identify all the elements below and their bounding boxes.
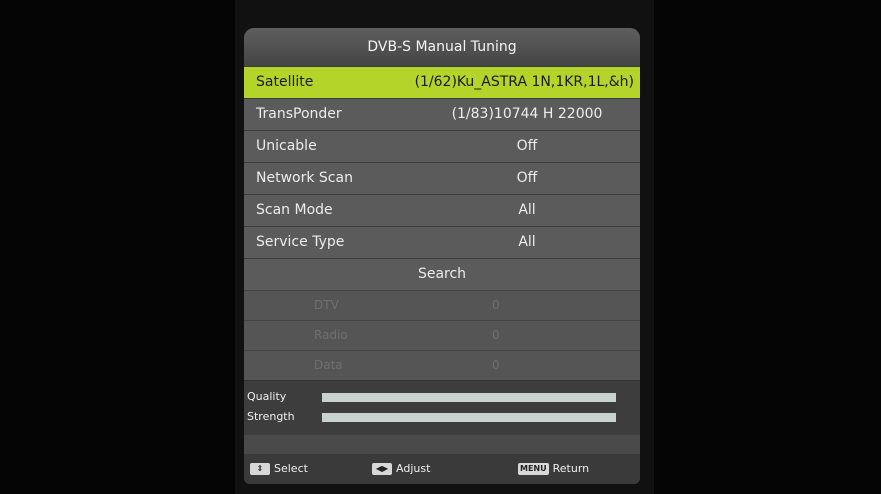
result-row-data: Data 0 [244, 350, 640, 380]
result-row-radio: Radio 0 [244, 320, 640, 350]
panel-title: DVB-S Manual Tuning [244, 28, 640, 66]
data-label: Data [314, 358, 343, 372]
letterbox-left [0, 0, 235, 494]
adjust-hint-label: Adjust [396, 462, 431, 475]
scan-mode-row[interactable]: Scan Mode All [244, 194, 640, 226]
network-scan-row[interactable]: Network Scan Off [244, 162, 640, 194]
menu-key-icon: MENU [518, 462, 549, 475]
quality-bar-fill [322, 393, 616, 402]
radio-count: 0 [492, 328, 500, 342]
quality-label: Quality [247, 390, 287, 403]
strength-label: Strength [247, 410, 295, 423]
transponder-row[interactable]: TransPonder (1/83)10744 H 22000 [244, 98, 640, 130]
satellite-row[interactable]: Satellite (1/62)Ku_ASTRA 1N,1KR,1L,&h) [244, 66, 640, 98]
dtv-count: 0 [492, 298, 500, 312]
result-row-dtv: DTV 0 [244, 290, 640, 320]
service-type-row[interactable]: Service Type All [244, 226, 640, 258]
return-hint: MENU Return [518, 462, 589, 475]
service-type-label: Service Type [256, 234, 345, 250]
data-count: 0 [492, 358, 500, 372]
up-down-arrows-icon: ⇕ [250, 462, 270, 475]
adjust-hint: ◀▶ Adjust [372, 462, 430, 475]
satellite-value: (1/62)Ku_ASTRA 1N,1KR,1L,&h) [414, 74, 634, 90]
return-hint-label: Return [552, 462, 590, 475]
unicable-value: Off [516, 138, 538, 154]
quality-bar [322, 393, 616, 402]
scan-mode-value: All [518, 202, 536, 218]
service-type-value: All [518, 234, 536, 250]
strength-bar-fill [322, 413, 616, 422]
scan-mode-label: Scan Mode [256, 202, 333, 218]
dtv-label: DTV [314, 298, 339, 312]
satellite-label: Satellite [256, 74, 314, 90]
key-hints-footer: ⇕ Select ◀▶ Adjust MENU Return [244, 454, 640, 484]
search-label: Search [417, 266, 467, 282]
network-scan-label: Network Scan [256, 170, 353, 186]
transponder-label: TransPonder [256, 106, 342, 122]
radio-label: Radio [314, 328, 348, 342]
unicable-row[interactable]: Unicable Off [244, 130, 640, 162]
left-right-arrows-icon: ◀▶ [372, 462, 392, 475]
strength-bar [322, 413, 616, 422]
signal-meters: Quality Strength [244, 380, 640, 435]
network-scan-value: Off [516, 170, 538, 186]
strength-meter: Strength [244, 407, 640, 427]
manual-tuning-panel: DVB-S Manual Tuning Satellite (1/62)Ku_A… [244, 28, 640, 484]
unicable-label: Unicable [256, 138, 317, 154]
transponder-value: (1/83)10744 H 22000 [451, 106, 603, 122]
select-hint: ⇕ Select [250, 462, 308, 475]
quality-meter: Quality [244, 387, 640, 407]
select-hint-label: Select [274, 462, 308, 475]
letterbox-right [654, 0, 881, 494]
search-button[interactable]: Search [244, 258, 640, 290]
